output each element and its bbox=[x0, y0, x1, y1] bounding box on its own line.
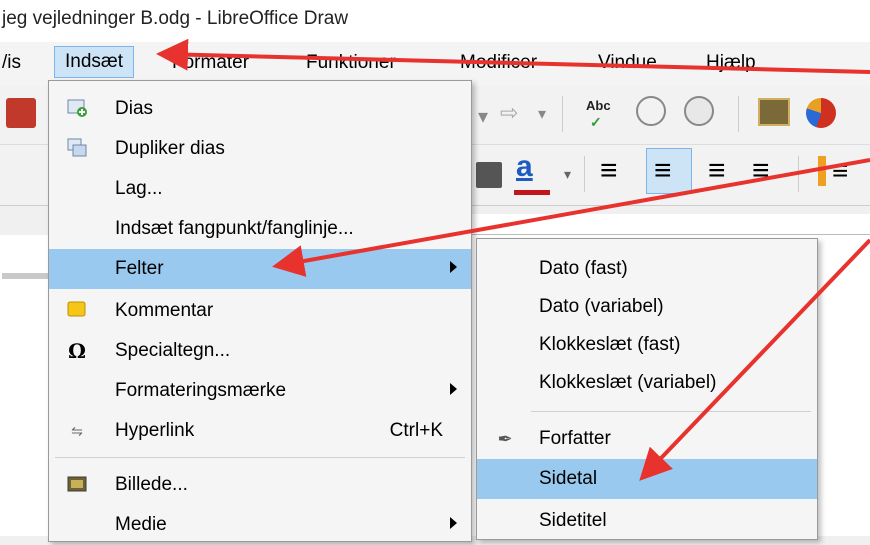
annotation-arrow-insert bbox=[156, 38, 870, 74]
annotation-arrows bbox=[156, 38, 870, 481]
annotation-arrow-fields bbox=[272, 158, 870, 277]
annotation-arrow-page-number bbox=[639, 238, 870, 481]
